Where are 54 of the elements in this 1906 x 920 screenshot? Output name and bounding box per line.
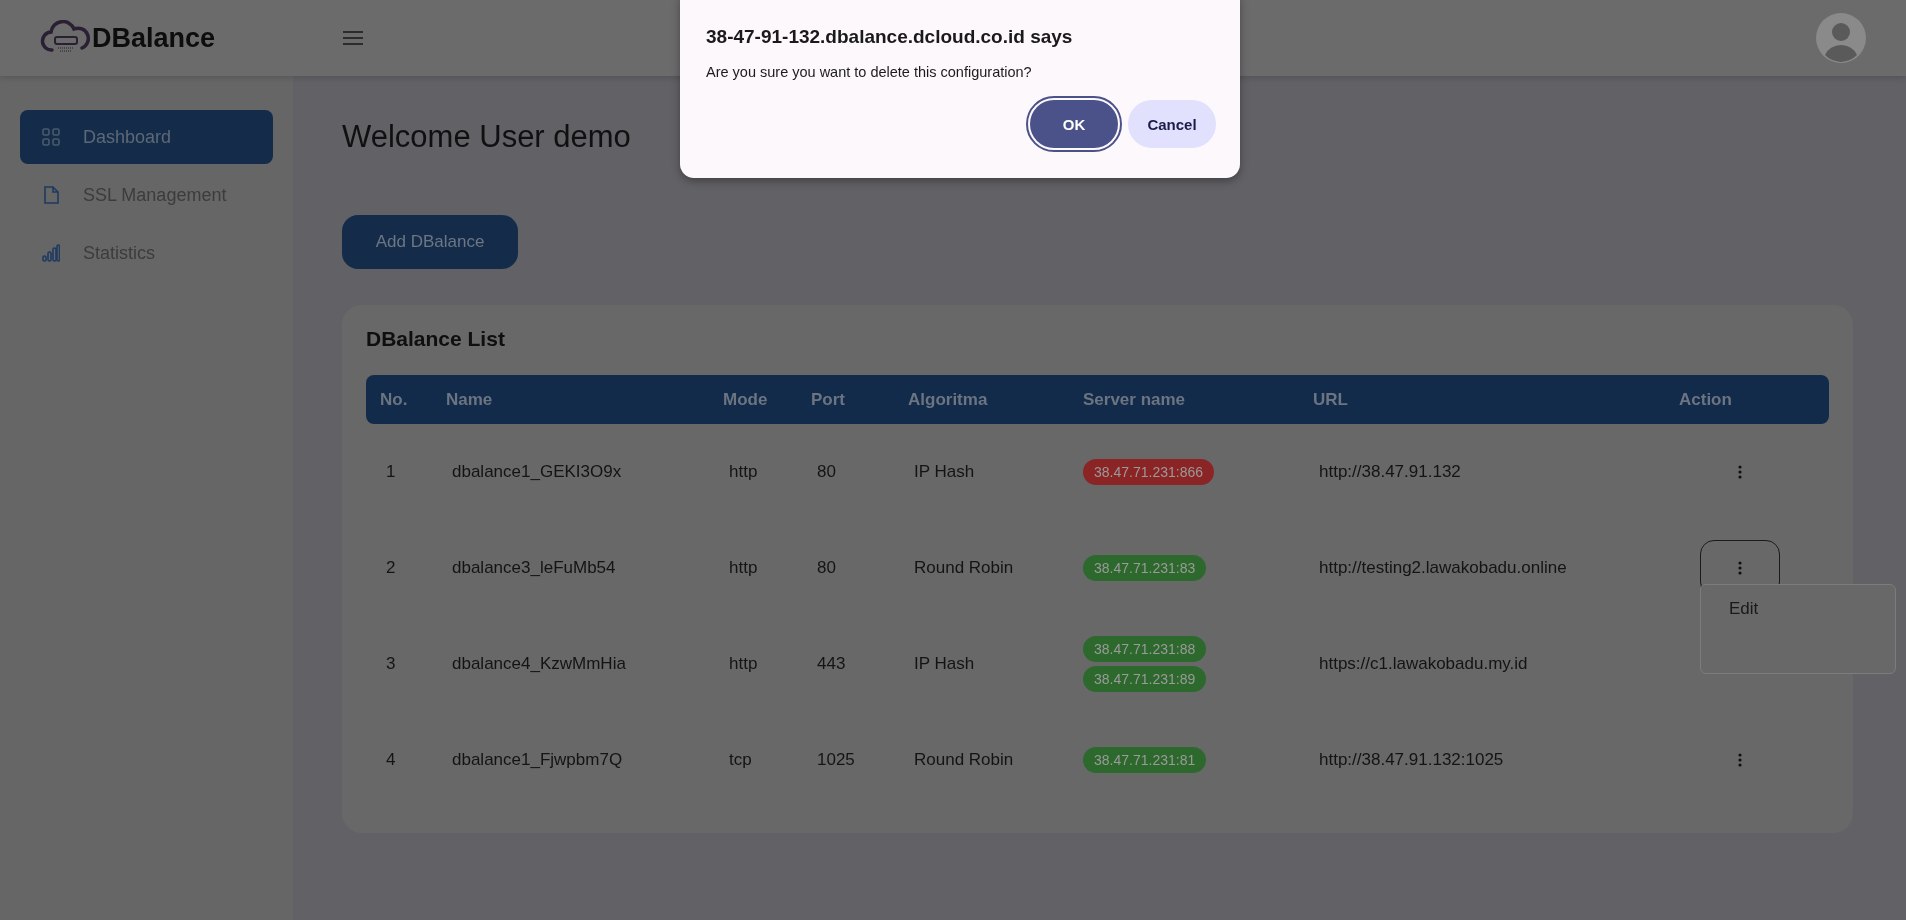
table-cell-text: http (728, 654, 759, 674)
table-cell-text: dbalance1_Fjwpbm7Q (451, 750, 624, 770)
column-header: Port (811, 389, 846, 410)
table-cell-text: 1 (385, 462, 397, 482)
dialog-title: 38-47-91-132.dbalance.dcloud.co.id says (706, 26, 1074, 48)
table-cell-text: Round Robin (913, 750, 1015, 770)
cancel-button[interactable]: Cancel (1128, 100, 1216, 148)
table-cell-text: 1025 (816, 750, 856, 770)
table-cell-text: http://38.47.91.132:1025 (1318, 750, 1505, 770)
sidebar-item[interactable]: Dashboard (20, 110, 273, 164)
column-header: Action (1679, 389, 1733, 410)
table-cell-text: 3 (385, 654, 397, 674)
server-tag: 38.47.71.231:81 (1083, 747, 1207, 773)
grid-icon (42, 128, 60, 146)
server-tag: 38.47.71.231:88 (1083, 636, 1207, 662)
column-header: URL (1313, 389, 1349, 410)
card-title: DBalance List (366, 327, 506, 351)
document-icon (42, 186, 60, 204)
bar-chart-icon (42, 244, 60, 262)
table-cell-text: dbalance4_KzwMmHia (451, 654, 627, 674)
server-tag: 38.47.71.231:89 (1083, 666, 1207, 692)
welcome-heading: Welcome User demo (342, 119, 631, 155)
add-button[interactable]: Add DBalance (342, 215, 518, 269)
table-cell-text: http (728, 462, 759, 482)
table-cell-text: Round Robin (913, 558, 1015, 578)
menu-item[interactable]: Edit (1729, 599, 1759, 619)
column-header: Name (446, 389, 494, 410)
table-cell-text: dbalance1_GEKI3O9x (451, 462, 623, 482)
table-cell-text: 80 (816, 462, 837, 482)
table-cell-text: 80 (816, 558, 837, 578)
table-cell-text: 2 (385, 558, 397, 578)
dialog-message: Are you sure you want to delete this configuration? (706, 64, 1033, 80)
table-cell-text: http://38.47.91.132 (1318, 462, 1462, 482)
server-tag: 38.47.71.231:866 (1083, 459, 1214, 485)
table-cell-text: http://testing2.lawakobadu.online (1318, 558, 1568, 578)
column-header: Algoritma (908, 389, 989, 410)
table-cell-text: tcp (728, 750, 753, 770)
server-tag: 38.47.71.231:83 (1083, 555, 1207, 581)
brand-name: DBalance (92, 22, 216, 54)
table-cell-text: https://c1.lawakobadu.my.id (1318, 654, 1529, 674)
more-icon (1738, 753, 1742, 767)
table-cell-text: IP Hash (913, 654, 976, 674)
avatar-icon[interactable] (1816, 13, 1866, 63)
table-cell-text: 443 (816, 654, 847, 674)
table-cell-text: http (728, 558, 759, 578)
table-cell-text: dbalance3_leFuMb54 (451, 558, 617, 578)
column-header: No. (380, 389, 409, 410)
column-header: Mode (723, 389, 769, 410)
more-icon (1738, 465, 1742, 479)
table-cell-text: IP Hash (913, 462, 976, 482)
table-cell-text: 4 (385, 750, 397, 770)
menu-icon[interactable] (342, 30, 364, 46)
column-header: Server name (1083, 389, 1187, 410)
more-icon (1738, 561, 1742, 575)
